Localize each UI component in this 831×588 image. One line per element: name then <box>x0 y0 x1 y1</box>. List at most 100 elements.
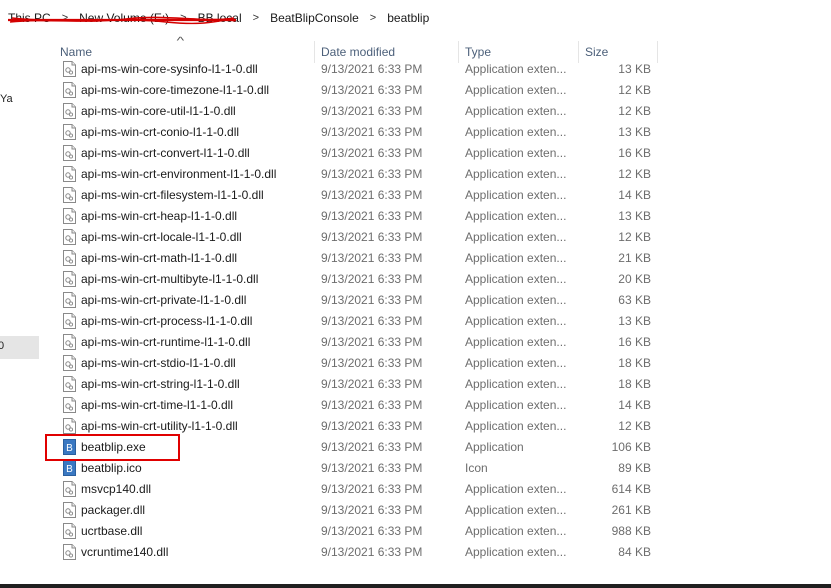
file-row[interactable]: packager.dll 9/13/2021 6:33 PM Application… <box>45 500 657 521</box>
file-date-modified: 9/13/2021 6:33 PM <box>321 419 423 433</box>
file-row[interactable]: api-ms-win-crt-time-l1-1-0.dll 9/13/2021 … <box>45 395 657 416</box>
svg-text:B: B <box>66 464 73 475</box>
file-size: 261 KB <box>611 503 651 517</box>
file-size: 12 KB <box>618 104 651 118</box>
breadcrumb-separator-icon[interactable]: > <box>62 12 68 24</box>
dll-file-icon <box>63 313 76 329</box>
dll-file-icon <box>63 124 76 140</box>
file-date-modified: 9/13/2021 6:33 PM <box>321 356 423 370</box>
file-row[interactable]: api-ms-win-crt-locale-l1-1-0.dll 9/13/202… <box>45 227 657 248</box>
file-date-modified: 9/13/2021 6:33 PM <box>321 545 423 559</box>
file-size: 988 KB <box>611 524 651 538</box>
file-name: api-ms-win-crt-math-l1-1-0.dll <box>81 251 238 265</box>
file-type: Application exten... <box>465 419 567 433</box>
file-row[interactable]: api-ms-win-crt-runtime-l1-1-0.dll 9/13/20… <box>45 332 657 353</box>
file-size: 16 KB <box>618 335 651 349</box>
file-date-modified: 9/13/2021 6:33 PM <box>321 62 423 76</box>
file-name: api-ms-win-crt-time-l1-1-0.dll <box>81 398 234 412</box>
file-size: 84 KB <box>618 545 651 559</box>
file-date-modified: 9/13/2021 6:33 PM <box>321 482 423 496</box>
file-row[interactable]: api-ms-win-crt-string-l1-1-0.dll 9/13/202… <box>45 374 657 395</box>
file-row[interactable]: Bbeatblip.ico 9/13/2021 6:33 PM Icon 89 KB <box>45 458 657 479</box>
file-row[interactable]: api-ms-win-crt-conio-l1-1-0.dll 9/13/2021… <box>45 122 657 143</box>
file-date-modified: 9/13/2021 6:33 PM <box>321 209 423 223</box>
dll-file-icon <box>63 502 76 518</box>
app-b-icon: B <box>63 439 76 455</box>
file-date-modified: 9/13/2021 6:33 PM <box>321 440 423 454</box>
dll-file-icon <box>63 544 76 560</box>
app-b-icon: B <box>63 460 76 476</box>
nav-item-selected-label: 0 <box>0 340 5 352</box>
breadcrumb-separator-icon[interactable]: > <box>370 12 376 24</box>
file-size: 13 KB <box>618 125 651 139</box>
file-type: Application exten... <box>465 293 567 307</box>
file-row[interactable]: api-ms-win-crt-filesystem-l1-1-0.dll 9/13… <box>45 185 657 206</box>
file-date-modified: 9/13/2021 6:33 PM <box>321 461 423 475</box>
file-size: 12 KB <box>618 419 651 433</box>
dll-file-icon <box>63 418 76 434</box>
file-row[interactable]: api-ms-win-core-timezone-l1-1-0.dll 9/13/… <box>45 80 657 101</box>
file-row[interactable]: vcruntime140.dll 9/13/2021 6:33 PM Applica… <box>45 542 657 563</box>
column-header-type[interactable]: Type <box>465 45 491 59</box>
file-type: Application exten... <box>465 251 567 265</box>
file-type: Application exten... <box>465 167 567 181</box>
file-name: api-ms-win-crt-stdio-l1-1-0.dll <box>81 356 236 370</box>
file-size: 89 KB <box>618 461 651 475</box>
dll-file-icon <box>63 208 76 224</box>
file-row[interactable]: api-ms-win-crt-multibyte-l1-1-0.dll 9/13/… <box>45 269 657 290</box>
file-row[interactable]: api-ms-win-crt-process-l1-1-0.dll 9/13/20… <box>45 311 657 332</box>
dll-file-icon <box>63 292 76 308</box>
file-row[interactable]: msvcp140.dll 9/13/2021 6:33 PM Application… <box>45 479 657 500</box>
file-type: Icon <box>465 461 488 475</box>
address-bar[interactable]: This PC > New Volume (E:) > BB.local > B… <box>0 0 831 36</box>
file-size: 106 KB <box>611 440 651 454</box>
file-type: Application exten... <box>465 503 567 517</box>
file-size: 18 KB <box>618 377 651 391</box>
file-type: Application exten... <box>465 314 567 328</box>
breadcrumb-this-pc[interactable]: This PC <box>8 11 51 25</box>
file-row[interactable]: api-ms-win-crt-environment-l1-1-0.dll 9/1… <box>45 164 657 185</box>
file-size: 16 KB <box>618 146 651 160</box>
window-bottom-edge <box>0 584 831 588</box>
file-type: Application exten... <box>465 146 567 160</box>
dll-file-icon <box>63 82 76 98</box>
file-row[interactable]: api-ms-win-crt-math-l1-1-0.dll 9/13/2021 … <box>45 248 657 269</box>
column-header-name[interactable]: Name <box>60 45 92 59</box>
file-size: 12 KB <box>618 83 651 97</box>
file-row[interactable]: Bbeatblip.exe 9/13/2021 6:33 PM Applicatio… <box>45 437 657 458</box>
file-row[interactable]: ucrtbase.dll 9/13/2021 6:33 PM Application… <box>45 521 657 542</box>
file-name: ucrtbase.dll <box>81 524 143 538</box>
dll-file-icon <box>63 250 76 266</box>
file-date-modified: 9/13/2021 6:33 PM <box>321 272 423 286</box>
column-divider[interactable] <box>657 41 658 63</box>
file-name: api-ms-win-crt-convert-l1-1-0.dll <box>81 146 250 160</box>
file-row[interactable]: api-ms-win-crt-utility-l1-1-0.dll 9/13/20… <box>45 416 657 437</box>
file-row[interactable]: api-ms-win-crt-heap-l1-1-0.dll 9/13/2021 … <box>45 206 657 227</box>
file-row[interactable]: api-ms-win-crt-private-l1-1-0.dll 9/13/20… <box>45 290 657 311</box>
column-header-size[interactable]: Size <box>585 45 608 59</box>
file-type: Application exten... <box>465 125 567 139</box>
file-date-modified: 9/13/2021 6:33 PM <box>321 125 423 139</box>
breadcrumb-separator-icon[interactable]: > <box>253 12 259 24</box>
file-size: 13 KB <box>618 314 651 328</box>
dll-file-icon <box>63 481 76 497</box>
file-row[interactable]: api-ms-win-crt-convert-l1-1-0.dll 9/13/20… <box>45 143 657 164</box>
file-name: api-ms-win-crt-locale-l1-1-0.dll <box>81 230 242 244</box>
dll-file-icon <box>63 145 76 161</box>
column-header-date-modified[interactable]: Date modified <box>321 45 395 59</box>
breadcrumb-drive[interactable]: New Volume (E:) <box>79 11 169 25</box>
dll-file-icon <box>63 376 76 392</box>
dll-file-icon <box>63 523 76 539</box>
navigation-pane[interactable]: Ya 0 <box>0 36 39 588</box>
breadcrumb-beatblip[interactable]: beatblip <box>387 11 429 25</box>
file-size: 614 KB <box>611 482 651 496</box>
file-row[interactable]: api-ms-win-core-util-l1-1-0.dll 9/13/2021… <box>45 101 657 122</box>
file-row[interactable]: api-ms-win-crt-stdio-l1-1-0.dll 9/13/2021… <box>45 353 657 374</box>
breadcrumb-beatblipconsole[interactable]: BeatBlipConsole <box>270 11 359 25</box>
file-name: api-ms-win-crt-utility-l1-1-0.dll <box>81 419 238 433</box>
file-row[interactable]: api-ms-win-core-sysinfo-l1-1-0.dll 9/13/2… <box>45 59 657 80</box>
breadcrumb-separator-icon[interactable]: > <box>180 12 186 24</box>
breadcrumb-domain-folder[interactable]: BB.local <box>198 11 242 25</box>
nav-item-partial[interactable]: Ya <box>0 93 13 105</box>
nav-item-selected[interactable]: 0 <box>0 336 39 359</box>
